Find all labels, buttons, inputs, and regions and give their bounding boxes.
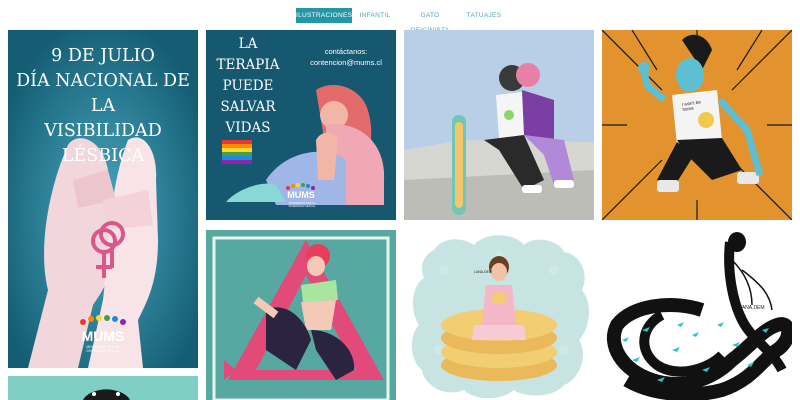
therapy-line-2: TERAPIA [216, 57, 280, 73]
mums-logo-subtitle: MOVIMIENTO POR LA DIVERSIDAD SEXUAL [68, 345, 138, 353]
triangle-figure-artwork [206, 230, 396, 400]
gallery-item-visibilidad-lesbica[interactable]: 9 DE JULIO DÍA NACIONAL DE LA VISIBILIDA… [8, 30, 198, 368]
therapy-line-1: LA [238, 36, 258, 52]
therapy-contact: contáctanos: contencion@mums.cl [298, 46, 394, 68]
long-hair-signature: LANA.DEM [739, 305, 765, 311]
couple-skate-artwork [404, 30, 594, 220]
tab-gato-oficinista[interactable]: GATO OFICINISTA [400, 8, 460, 34]
therapy-line-3: PUEDE [222, 78, 274, 94]
skater-artwork [602, 30, 792, 220]
logo-sub-line-2: DIVERSIDAD SEXUAL [86, 349, 120, 353]
gallery-item-triangle-figure[interactable] [206, 230, 396, 400]
waffle-signature: LANA.DEM [474, 270, 492, 274]
therapy-line-5: VIDAS [225, 120, 271, 136]
poster-title: 9 DE JULIO DÍA NACIONAL DE LA VISIBILIDA… [8, 44, 198, 169]
gallery-item-long-hair[interactable]: LANA.DEM [602, 230, 792, 400]
mums-logo: MUMS [81, 328, 125, 344]
gallery-item-partial[interactable] [8, 376, 198, 400]
title-line-3: VISIBILIDAD LÉSBICA [44, 121, 162, 166]
contact-label: contáctanos: [324, 47, 368, 56]
therapy-title: LA TERAPIA PUEDE SALVAR VIDAS [212, 34, 284, 139]
therapy-line-4: SALVAR [220, 99, 276, 115]
gallery-item-terapia[interactable]: LA TERAPIA PUEDE SALVAR VIDAS contáctano… [206, 30, 396, 220]
category-tabs: ILUSTRACIONES INFANTIL GATO OFICINISTA T… [0, 8, 800, 34]
tab-infantil[interactable]: INFANTIL [359, 8, 391, 23]
gallery-item-couple-skate[interactable] [404, 30, 594, 220]
mums-logo-small: MUMS [287, 190, 315, 200]
long-hair-artwork [602, 230, 792, 400]
tab-ilustraciones[interactable]: ILUSTRACIONES [296, 8, 352, 23]
partial-artwork [8, 376, 198, 400]
waffle-girl-artwork [404, 230, 594, 400]
gallery-item-waffle-girl[interactable]: LANA.DEM [404, 230, 594, 400]
small-logo-sub-line-2: DIVERSIDAD SEXUAL [288, 205, 316, 208]
title-line-2: DÍA NACIONAL DE LA [16, 71, 190, 116]
tab-tatuajes[interactable]: TATUAJES [466, 8, 502, 23]
gallery-item-skater[interactable]: I won't be home [602, 30, 792, 220]
mums-logo-small-subtitle: MOVIMIENTO POR LA DIVERSIDAD SEXUAL [282, 202, 322, 208]
contact-email: contencion@mums.cl [310, 58, 382, 67]
title-line-1: 9 DE JULIO [51, 46, 155, 66]
